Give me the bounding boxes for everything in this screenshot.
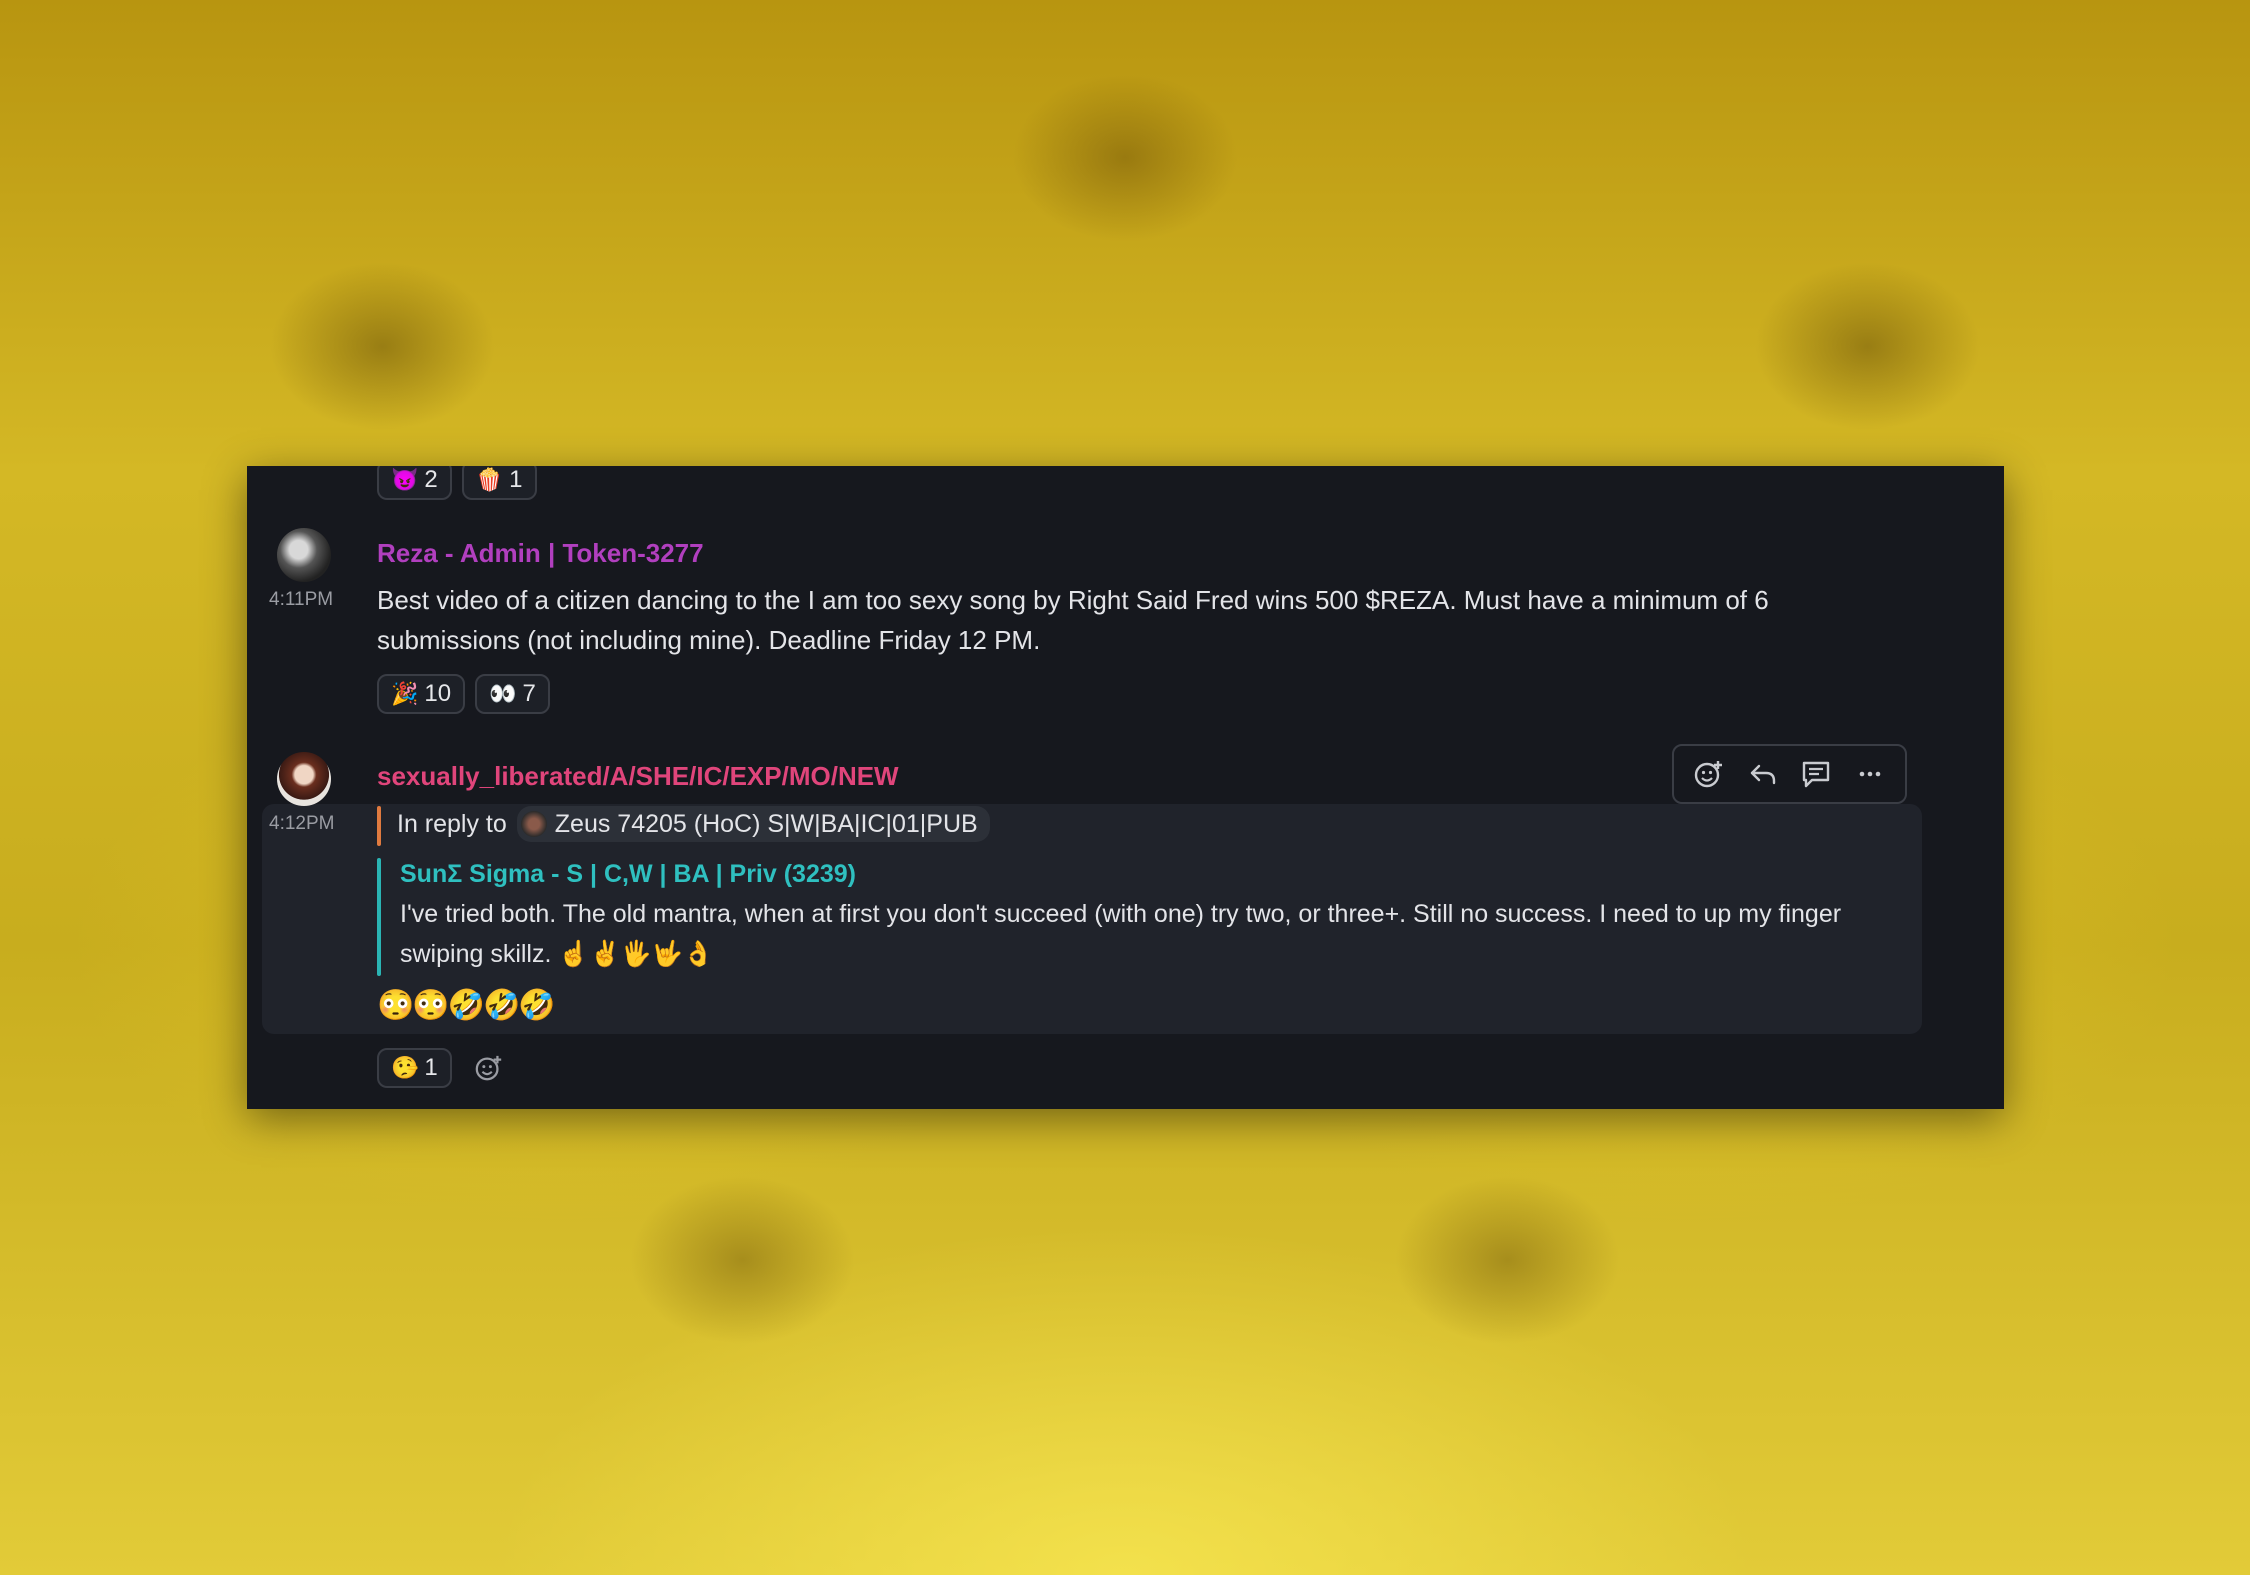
reaction-count: 2: [424, 466, 438, 493]
add-reaction-icon: [475, 1055, 502, 1081]
reply-target-name: Zeus 74205 (HoC) S|W|BA|IC|01|PUB: [554, 809, 978, 838]
reaction-count: 1: [424, 1054, 438, 1081]
reply-icon: [1750, 764, 1775, 785]
more-icon: [1859, 771, 1881, 777]
reaction-chip[interactable]: 🍿 1: [461, 466, 537, 500]
quoted-username[interactable]: SunΣ Sigma - S | C,W | BA | Priv (3239): [400, 860, 856, 889]
thread-button[interactable]: [1795, 753, 1837, 795]
add-reaction-icon: [1694, 761, 1722, 788]
devil-emoji-icon: 😈: [391, 467, 419, 492]
message-text: Best video of a citizen dancing to the I…: [377, 585, 1769, 655]
reaction-chip[interactable]: 👀 7: [475, 674, 550, 714]
quoted-text: I've tried both. The old mantra, when at…: [400, 900, 1842, 968]
quote-bar: [377, 858, 381, 976]
lying-face-emoji-icon: 🤥: [391, 1055, 419, 1080]
add-reaction-button[interactable]: [1688, 753, 1730, 795]
message-hover-toolbar: [1672, 744, 1907, 804]
message-username[interactable]: sexually_liberated/A/SHE/IC/EXP/MO/NEW: [377, 761, 899, 792]
eyes-emoji-icon: 👀: [489, 681, 517, 706]
reply-label: In reply to: [397, 809, 507, 838]
reaction-chip[interactable]: 😈 2: [377, 466, 452, 500]
message-time: 4:12PM: [269, 813, 335, 834]
message-time: 4:11PM: [269, 589, 334, 610]
reply-target-pill[interactable]: Zeus 74205 (HoC) S|W|BA|IC|01|PUB: [516, 806, 990, 842]
message-username[interactable]: Reza - Admin | Token-3277: [377, 538, 704, 569]
chat-panel: 😈 2 🍿 1 4:11PM Reza - Admin | Token-3277…: [247, 466, 2004, 1109]
more-button[interactable]: [1849, 753, 1891, 795]
reply-reference[interactable]: In reply to Zeus 74205 (HoC) S|W|BA|IC|0…: [397, 806, 990, 842]
avatar[interactable]: [277, 528, 331, 582]
add-reaction-button[interactable]: [469, 1048, 509, 1088]
party-popper-emoji-icon: 🎉: [391, 681, 419, 706]
reply-indicator-bar: [377, 806, 381, 846]
message-emoji-text: 😳😳🤣🤣🤣: [377, 989, 556, 1022]
reaction-chip[interactable]: 🎉 10: [377, 674, 466, 714]
reply-target-avatar: [520, 811, 547, 837]
avatar[interactable]: [277, 752, 331, 806]
reaction-count: 10: [424, 680, 452, 707]
popcorn-emoji-icon: 🍿: [475, 467, 504, 492]
reaction-count: 7: [522, 680, 536, 707]
reply-button[interactable]: [1742, 753, 1784, 795]
message-reaction-row: 🤥 1: [377, 1048, 452, 1088]
top-reaction-row: 😈 2 🍿 1: [377, 466, 537, 500]
message-reaction-row: 🎉 10 👀 7: [377, 674, 550, 714]
thread-icon: [1803, 761, 1830, 788]
reaction-chip[interactable]: 🤥 1: [377, 1048, 452, 1088]
reaction-count: 1: [509, 466, 523, 493]
